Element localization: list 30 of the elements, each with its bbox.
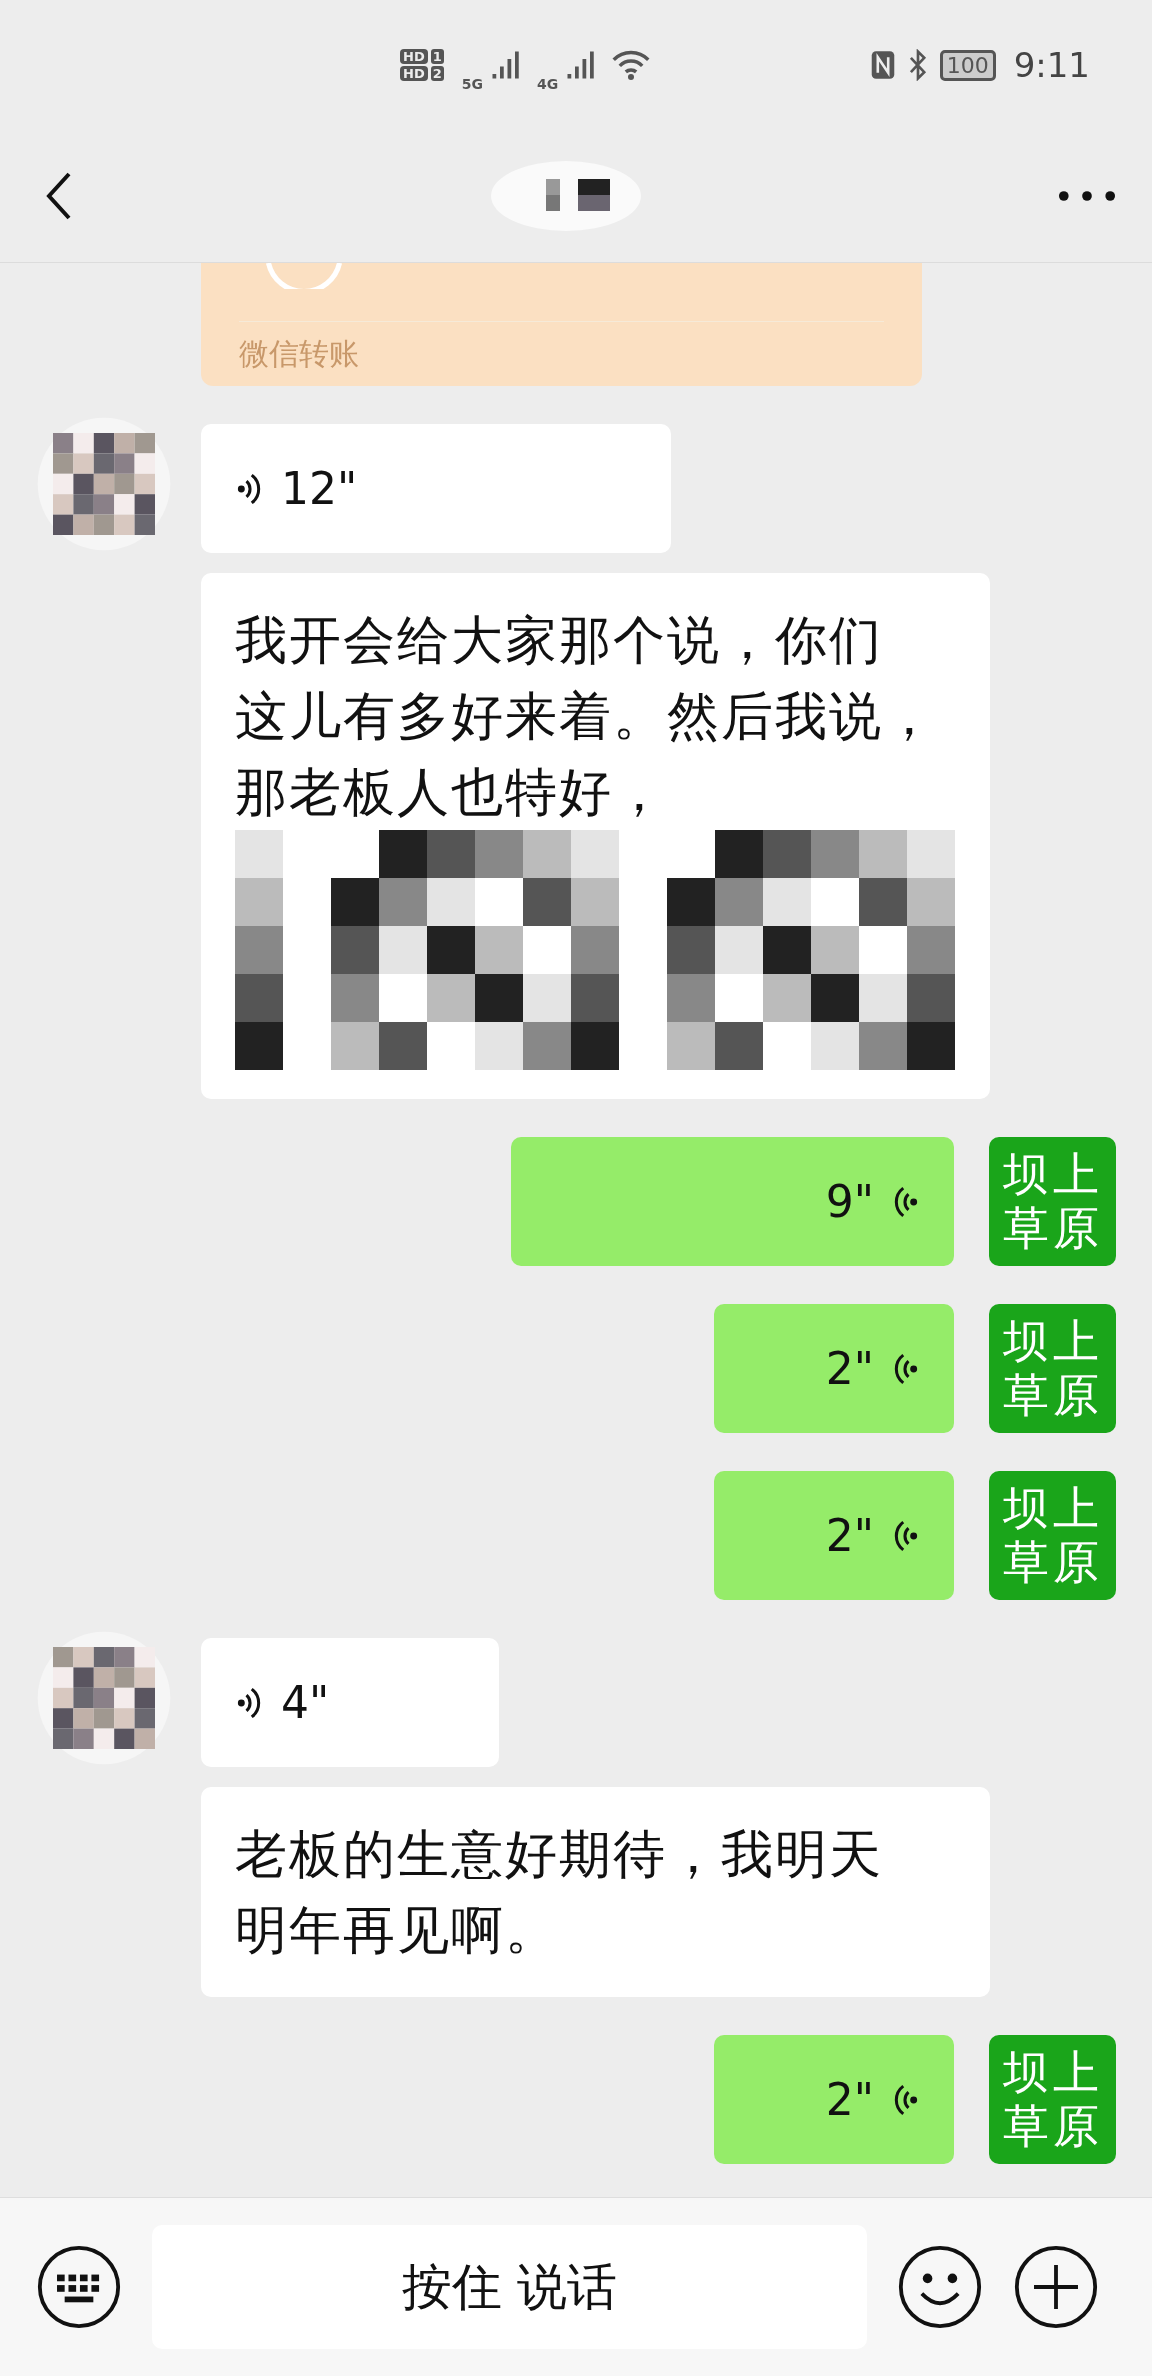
voice-message[interactable]: 12" bbox=[201, 424, 671, 553]
signal-icon bbox=[566, 50, 597, 80]
message-line: 这儿有多好来着。然后我说， bbox=[235, 685, 937, 748]
emoji-icon[interactable] bbox=[897, 2244, 983, 2330]
voice-message[interactable]: 2" bbox=[714, 2035, 954, 2164]
network-label: 5G bbox=[461, 76, 483, 92]
bluetooth-icon bbox=[907, 49, 928, 81]
voice-message[interactable]: 4" bbox=[201, 1638, 499, 1767]
more-icon[interactable] bbox=[1058, 190, 1116, 202]
pixelated-avatar[interactable] bbox=[36, 1630, 172, 1766]
transfer-label: 微信转账 bbox=[239, 335, 360, 373]
hold-to-talk-button[interactable]: 按住 说话 bbox=[152, 2225, 867, 2349]
voice-message[interactable]: 2" bbox=[714, 1471, 954, 1600]
plus-icon[interactable] bbox=[1013, 2244, 1099, 2330]
keyboard-icon[interactable] bbox=[36, 2244, 122, 2330]
message-line: 我开会给大家那个说，你们 bbox=[235, 609, 883, 672]
message-line: 那老板人也特好， bbox=[235, 761, 667, 824]
text-message[interactable]: 我开会给大家那个说，你们 这儿有多好来着。然后我说， 那老板人也特好， bbox=[201, 573, 990, 1099]
signal-icon bbox=[490, 50, 521, 80]
message-line: 老板的生意好期待，我明天 bbox=[235, 1823, 883, 1886]
message-line: 明年再见啊。 bbox=[235, 1899, 559, 1962]
nfc-icon bbox=[869, 49, 896, 81]
text-message[interactable]: 老板的生意好期待，我明天 明年再见啊。 bbox=[201, 1787, 990, 1997]
battery-icon: 100 bbox=[939, 49, 996, 81]
voice-message[interactable]: 9" bbox=[511, 1137, 954, 1266]
wifi-icon bbox=[612, 49, 651, 81]
clock: 9:11 bbox=[1013, 45, 1090, 85]
pixelated-avatar[interactable] bbox=[36, 416, 172, 552]
network-label: 4G bbox=[536, 76, 559, 92]
voice-message[interactable]: 2" bbox=[714, 1304, 954, 1433]
